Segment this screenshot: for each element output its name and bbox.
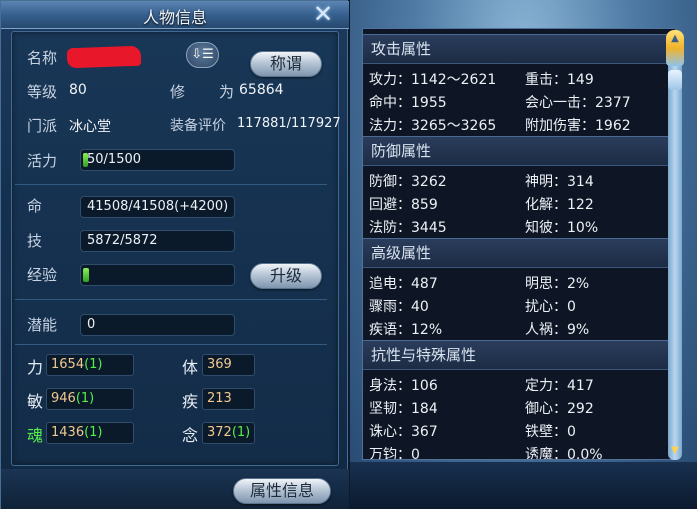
hp-value: 41508/41508(+4200) [80, 196, 235, 218]
exp-bar [80, 264, 235, 286]
stat-defense: 防御：3262 [369, 174, 447, 190]
stat-calamity: 人祸：9% [525, 322, 590, 338]
stat-evasion: 回避：859 [369, 197, 438, 213]
stat-lightning: 追电：487 [369, 276, 438, 292]
soul-value-box: 1436(1) [46, 422, 134, 444]
soul-label: 魂 [27, 426, 44, 445]
exp-bar-fill [83, 268, 89, 282]
sect-label: 门派 [27, 117, 58, 135]
stat-magic-power: 法力：3265～3265 [369, 118, 497, 134]
stat-thousand-weight: 万钧：0 [369, 447, 420, 460]
speed-label: 疾 [182, 392, 199, 411]
stat-attack-power: 攻力：1142～2621 [369, 72, 497, 88]
vitality-bar: 50/1500 [80, 149, 235, 171]
strength-value-box: 1654(1) [46, 354, 134, 376]
attribute-info-button[interactable]: 属性信息 [233, 478, 331, 504]
stat-resolve: 化解：122 [525, 197, 594, 213]
strength-label: 力 [27, 358, 44, 377]
divider [15, 184, 327, 185]
attribute-detail-panel: 攻击属性 攻力：1142～2621 重击：149 命中：1955 会心一击：23… [350, 0, 697, 509]
skill-label: 技 [27, 232, 43, 250]
scroll-up-icon[interactable]: ▲ [666, 30, 684, 66]
advanced-section-header: 高级属性 [363, 238, 669, 268]
sort-icon[interactable]: ⇩☰ [186, 42, 219, 68]
mind-label: 念 [182, 426, 199, 445]
close-icon[interactable]: ✕ [310, 2, 336, 27]
equip-label: 装备评价 [170, 118, 226, 134]
scroll-down-icon[interactable]: ▼ [668, 444, 682, 458]
soul-value: 1436 [51, 425, 85, 440]
exp-label: 经验 [27, 266, 58, 284]
divider [15, 344, 327, 345]
potential-value: 0 [80, 314, 235, 336]
stat-critical: 会心一击：2377 [525, 95, 631, 111]
divider [15, 299, 327, 300]
window-title: 人物信息 [142, 8, 207, 27]
special-section-header: 抗性与特殊属性 [363, 340, 669, 370]
stat-insight: 知彼：10% [525, 220, 599, 236]
stat-divinity: 神明：314 [525, 174, 594, 190]
character-info-panel: 人物信息 ✕ 名称 ⇩☰ 称谓 等级 80 修 为 65864 门派 冰心堂 装… [0, 0, 349, 509]
skill-value: 5872/5872 [80, 230, 235, 252]
mind-value: 372 [207, 425, 232, 440]
cultivation-label-2: 为 [219, 83, 235, 101]
strength-bonus: (1) [84, 357, 103, 372]
stat-swift-speech: 疾语：12% [369, 322, 443, 338]
stat-agility: 身法：106 [369, 378, 438, 394]
stat-tenacity: 坚韧：184 [369, 401, 438, 417]
body-value: 369 [202, 354, 255, 376]
level-value: 80 [69, 82, 87, 98]
stat-heart-strike: 诛心：367 [369, 424, 438, 440]
stat-downpour: 骤雨：40 [369, 299, 429, 315]
upgrade-button[interactable]: 升级 [250, 263, 322, 289]
cultivation-label-1: 修 [170, 83, 186, 101]
agility-bonus: (1) [75, 391, 95, 406]
potential-label: 潜能 [27, 316, 58, 334]
speed-value: 213 [202, 388, 255, 410]
agility-value: 946 [51, 391, 76, 406]
stat-mind-guard: 御心：292 [525, 401, 594, 417]
body-label: 体 [182, 358, 199, 377]
agility-value-box: 946(1) [46, 388, 134, 410]
defense-section-header: 防御属性 [363, 136, 669, 166]
name-label: 名称 [27, 49, 58, 67]
stat-composure: 定力：417 [525, 378, 594, 394]
redacted-name [66, 45, 142, 69]
vitality-label: 活力 [27, 152, 58, 170]
stat-extra-damage: 附加伤害：1962 [525, 118, 631, 134]
level-label: 等级 [27, 83, 58, 101]
vitality-value: 50/1500 [87, 152, 142, 167]
agility-label: 敏 [27, 392, 44, 411]
title-bar: 人物信息 ✕ [1, 1, 349, 29]
stat-disturb: 扰心：0 [525, 299, 576, 315]
cultivation-value: 65864 [239, 82, 284, 98]
right-bottom-bar [350, 462, 697, 509]
stat-lure-demon: 诱魔：0.0% [525, 447, 603, 460]
strength-value: 1654 [51, 357, 85, 372]
mind-bonus: (1) [231, 425, 251, 440]
hp-label: 命 [27, 197, 43, 215]
attack-section-header: 攻击属性 [363, 34, 669, 64]
soul-bonus: (1) [84, 425, 103, 440]
scrollbar-track[interactable] [668, 32, 682, 460]
stat-magic-defense: 法防：3445 [369, 220, 447, 236]
stat-iron-wall: 铁壁：0 [525, 424, 576, 440]
stat-clarity: 明思：2% [525, 276, 590, 292]
title-button[interactable]: 称谓 [250, 51, 322, 77]
scrollbar-thumb[interactable] [668, 70, 682, 90]
attribute-list: 攻击属性 攻力：1142～2621 重击：149 命中：1955 会心一击：23… [362, 28, 676, 460]
stat-heavy-strike: 重击：149 [525, 72, 594, 88]
mind-value-box: 372(1) [202, 422, 255, 444]
stat-hit: 命中：1955 [369, 95, 447, 111]
equip-value: 117881/117927 [237, 116, 341, 131]
sect-value: 冰心堂 [69, 119, 111, 135]
